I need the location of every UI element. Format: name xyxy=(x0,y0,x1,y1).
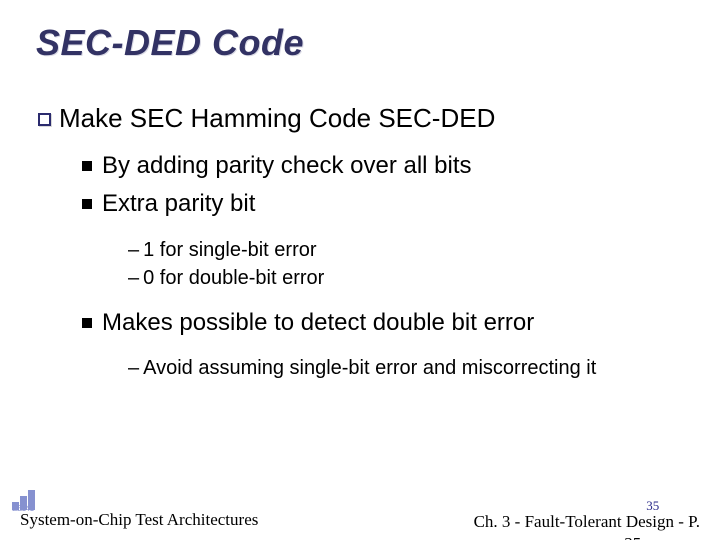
footer: System-on-Chip Test Architectures 35 Ch.… xyxy=(0,498,720,540)
filled-square-icon xyxy=(82,199,92,209)
bullet-text: 1 for single-bit error xyxy=(143,239,316,261)
page-number: 35 xyxy=(540,498,720,514)
bullet-level3: –0 for double-bit error xyxy=(128,265,684,291)
bullet-level3: –1 for single-bit error xyxy=(128,237,684,263)
bullet-text: Extra parity bit xyxy=(102,190,255,217)
dash-icon: – xyxy=(128,267,139,289)
bullet-text: Make SEC Hamming Code SEC-DED xyxy=(59,103,495,133)
bullet-level2: Makes possible to detect double bit erro… xyxy=(82,307,684,339)
footer-right: 35 Ch. 3 - Fault-Tolerant Design - P. 35 xyxy=(474,498,706,536)
bullet-text: 0 for double-bit error xyxy=(143,267,324,289)
bullet-text: Avoid assuming single-bit error and misc… xyxy=(143,357,596,379)
hollow-square-icon xyxy=(38,113,51,126)
bullet-text: By adding parity check over all bits xyxy=(102,152,472,179)
clipped-page-number: 35 xyxy=(520,534,720,540)
slide-title: SEC-DED Code xyxy=(36,22,684,64)
bullet-level3: –Avoid assuming single-bit error and mis… xyxy=(128,355,648,381)
bullet-text: Makes possible to detect double bit erro… xyxy=(102,309,534,336)
footer-left-text: System-on-Chip Test Architectures xyxy=(14,510,258,536)
dash-icon: – xyxy=(128,357,139,379)
bullet-level2: By adding parity check over all bits xyxy=(82,150,684,182)
filled-square-icon xyxy=(82,318,92,328)
bullet-level1: Make SEC Hamming Code SEC-DED xyxy=(38,102,684,136)
bullet-level2: Extra parity bit xyxy=(82,188,684,220)
slide: SEC-DED Code Make SEC Hamming Code SEC-D… xyxy=(0,0,720,540)
filled-square-icon xyxy=(82,161,92,171)
dash-icon: – xyxy=(128,239,139,261)
chapter-label: Ch. 3 - Fault-Tolerant Design - P. xyxy=(474,512,700,531)
